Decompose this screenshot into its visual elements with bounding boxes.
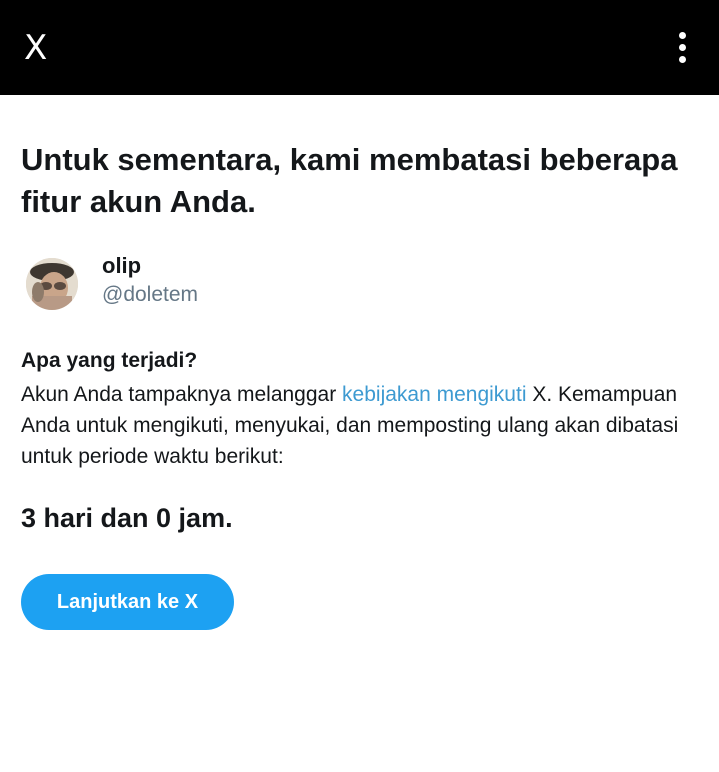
top-bar: X (0, 0, 719, 95)
user-name: olip (102, 253, 142, 278)
avatar (26, 258, 78, 310)
more-options-icon[interactable] (668, 28, 698, 68)
explanation-text-start: Akun Anda tampaknya melanggar (21, 383, 343, 406)
avatar-image (26, 258, 78, 310)
explanation-text: Akun Anda tampaknya melanggar kebijakan … (21, 379, 701, 472)
follow-policy-link[interactable]: kebijakan mengikuti (342, 383, 526, 406)
user-handle: @doletem (102, 283, 199, 306)
page-title: Untuk sementara, kami membatasi beberapa… (21, 142, 678, 219)
section-heading: Apa yang terjadi? (21, 349, 198, 372)
restriction-duration: 3 hari dan 0 jam. (21, 503, 233, 533)
close-button[interactable]: X (24, 28, 54, 68)
continue-button[interactable]: Lanjutkan ke X (21, 574, 234, 630)
